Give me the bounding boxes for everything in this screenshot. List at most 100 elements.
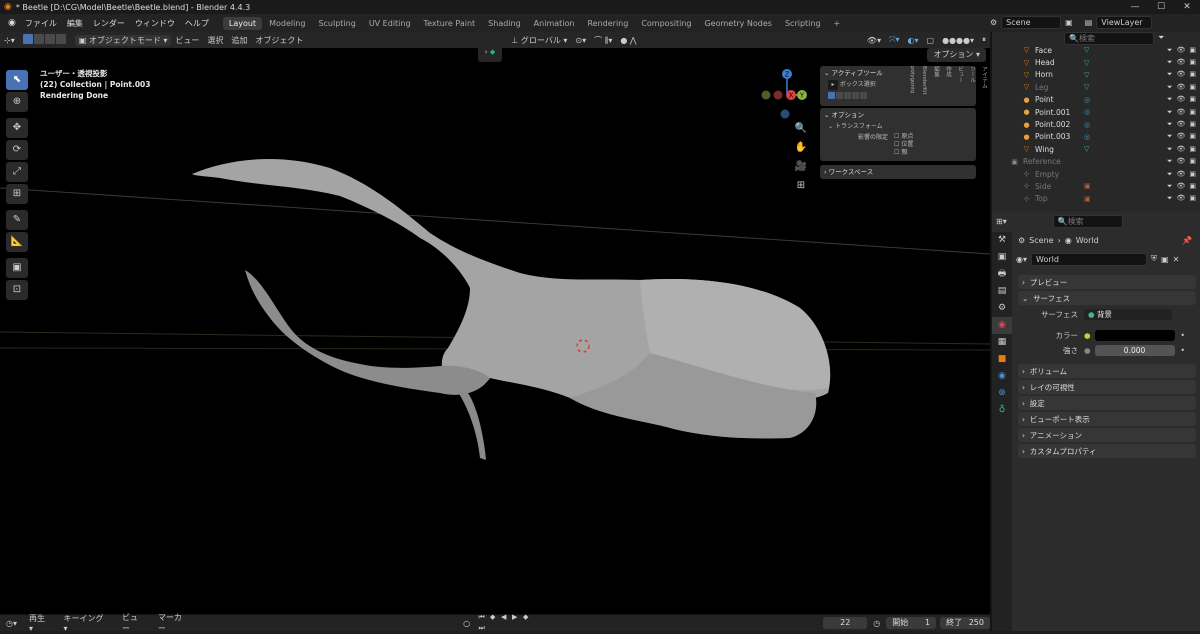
visibility-toggles[interactable]: ⏷ 👁 ▣ xyxy=(1167,194,1196,203)
minimize-button[interactable]: — xyxy=(1122,0,1148,14)
outliner-item[interactable]: ▽ Leg ▽ ⏷ 👁 ▣ xyxy=(992,81,1200,93)
outliner-item[interactable]: ● Point.002 ◎ ⏷ 👁 ▣ xyxy=(992,118,1200,130)
tab-tool[interactable]: ツール xyxy=(966,66,978,95)
surface-shader-field[interactable]: ● 背景 xyxy=(1084,309,1172,320)
outliner-search-input[interactable]: 🔍 検索 xyxy=(1064,31,1154,45)
pan-hand-icon[interactable]: ✋ xyxy=(794,141,808,155)
world-name-field[interactable]: World xyxy=(1031,252,1147,266)
visibility-toggles[interactable]: ⏷ 👁 ▣ xyxy=(1167,145,1196,154)
visibility-toggles[interactable]: ⏷ 👁 ▣ xyxy=(1167,157,1196,166)
outliner-item[interactable]: ▽ Horn ▽ ⏷ 👁 ▣ xyxy=(992,69,1200,81)
fake-user-icon[interactable]: ⛨ xyxy=(1151,254,1157,264)
current-frame-field[interactable]: 22 xyxy=(823,617,868,629)
view-layer-field[interactable]: ViewLayer xyxy=(1096,16,1153,29)
eye-icon[interactable]: 👁 xyxy=(1176,108,1185,117)
3d-viewport[interactable]: ユーザー・透視投影 (22) Collection | Point.003 Re… xyxy=(0,48,990,614)
camera-view-icon[interactable]: 🎥 xyxy=(794,160,808,174)
menu-help[interactable]: ヘルプ xyxy=(180,18,214,29)
outliner-item[interactable]: ▽ Face ▽ ⏷ 👁 ▣ xyxy=(992,44,1200,56)
section-viewport-display[interactable]: › ビューポート表示 xyxy=(1018,412,1196,426)
filter-toggle-icon[interactable]: ⏷ xyxy=(1167,70,1173,79)
tab-scripting[interactable]: Scripting xyxy=(779,17,827,30)
breadcrumb-world[interactable]: World xyxy=(1076,236,1099,245)
menu-select[interactable]: 選択 xyxy=(203,35,227,46)
world-browse-icon[interactable]: ◉▾ xyxy=(1016,255,1027,264)
transform-tool-icon[interactable]: ⊞ xyxy=(6,184,28,204)
grid-ortho-icon[interactable]: ⊞ xyxy=(794,179,808,193)
visibility-toggles[interactable]: ⏷ 👁 ▣ xyxy=(1167,170,1196,179)
data-icon[interactable]: ▽ xyxy=(1084,59,1089,67)
physics-tab-icon[interactable]: ◉ xyxy=(992,368,1012,385)
section-volume[interactable]: › ボリューム xyxy=(1018,364,1196,378)
data-icon[interactable]: ▽ xyxy=(1084,83,1089,91)
render-toggle-icon[interactable]: ▣ xyxy=(1189,170,1196,179)
beetle-mesh[interactable] xyxy=(192,159,831,460)
location-checkbox[interactable]: ☐ 位置 xyxy=(894,141,913,149)
eye-icon[interactable]: 👁 xyxy=(1176,58,1185,67)
section-surface[interactable]: ⌄ サーフェス xyxy=(1018,291,1196,305)
data-icon[interactable]: ◎ xyxy=(1084,133,1090,141)
overlay-toggle-icon[interactable]: ◐▾ xyxy=(904,36,923,45)
eye-icon[interactable]: 👁 xyxy=(1176,194,1185,203)
render-toggle-icon[interactable]: ▣ xyxy=(1189,182,1196,191)
filter-toggle-icon[interactable]: ⏷ xyxy=(1167,157,1173,166)
tab-uv-editing[interactable]: UV Editing xyxy=(363,17,417,30)
data-icon[interactable]: ◎ xyxy=(1084,96,1090,104)
outliner-item[interactable]: ⊹ Side ▣ ⏷ 👁 ▣ xyxy=(992,180,1200,192)
menu-object[interactable]: オブジェクト xyxy=(251,35,307,46)
eye-icon[interactable]: 👁 xyxy=(1176,95,1185,104)
view-layer-tab-icon[interactable]: ▤ xyxy=(992,283,1012,300)
cursor-tool-icon[interactable]: ⊕ xyxy=(6,92,28,112)
pause-icon[interactable]: ⏸ xyxy=(978,35,990,45)
tab-view[interactable]: ビュー xyxy=(954,66,966,95)
filter-toggle-icon[interactable]: ⏷ xyxy=(1167,194,1173,203)
filter-toggle-icon[interactable]: ⏷ xyxy=(1167,132,1173,141)
xray-icon[interactable]: ▢ xyxy=(923,36,939,45)
section-animation[interactable]: › アニメーション xyxy=(1018,428,1196,442)
output-tab-icon[interactable]: 🖶 xyxy=(992,266,1012,283)
playback-menu[interactable]: 再生 ▾ xyxy=(23,613,58,633)
origin-checkbox[interactable]: ☐ 原点 xyxy=(894,133,913,141)
pivot-icon[interactable]: ⊙▾ xyxy=(571,36,590,45)
eye-icon[interactable]: 👁 xyxy=(1176,157,1185,166)
asset-shelf-toggle[interactable]: › ◆ xyxy=(478,48,502,62)
section-settings[interactable]: › 設定 xyxy=(1018,396,1196,410)
select-box-tool-icon[interactable]: ⬉ xyxy=(6,70,28,90)
render-toggle-icon[interactable]: ▣ xyxy=(1189,145,1196,154)
editor-type-icon[interactable]: ⊹▾ xyxy=(0,36,19,45)
outliner-item[interactable]: ⊹ Empty ⏷ 👁 ▣ xyxy=(992,168,1200,180)
tab-animation[interactable]: Animation xyxy=(528,17,581,30)
world-tab-icon[interactable]: ◉ xyxy=(992,317,1012,334)
transform-orientation-dropdown[interactable]: ⊥ グローバル ▾ xyxy=(507,35,571,46)
zoom-icon[interactable]: 🔍 xyxy=(794,122,808,136)
jump-start-icon[interactable]: ⏮ xyxy=(476,612,487,623)
play-reverse-icon[interactable]: ◀ xyxy=(498,612,509,623)
tab-shading[interactable]: Shading xyxy=(482,17,527,30)
options-dropdown[interactable]: オプション ▾ xyxy=(927,48,986,62)
tab-layout[interactable]: Layout xyxy=(222,16,263,30)
rotate-tool-icon[interactable]: ⟳ xyxy=(6,140,28,160)
proportional-edit-icon[interactable]: ● ⋀ xyxy=(616,36,640,45)
visibility-toggles[interactable]: ⏷ 👁 ▣ xyxy=(1167,182,1196,191)
color-swatch[interactable] xyxy=(1094,330,1175,341)
measure-tool-icon[interactable]: 📐 xyxy=(6,232,28,252)
tool-tab-icon[interactable]: ⚒ xyxy=(992,232,1012,249)
render-toggle-icon[interactable]: ▣ xyxy=(1189,46,1196,55)
neg-y-axis-icon[interactable] xyxy=(773,90,783,100)
visibility-toggles[interactable]: ⏷ 👁 ▣ xyxy=(1167,95,1196,104)
data-icon[interactable]: ◎ xyxy=(1084,121,1090,129)
tab-rendering[interactable]: Rendering xyxy=(581,17,634,30)
data-tab-icon[interactable]: ♁ xyxy=(992,402,1012,419)
render-toggle-icon[interactable]: ▣ xyxy=(1189,120,1196,129)
tab-texture-paint[interactable]: Texture Paint xyxy=(418,17,482,30)
tab-geometry-nodes[interactable]: Geometry Nodes xyxy=(698,17,777,30)
strength-decorator-icon[interactable]: • xyxy=(1175,346,1185,355)
outliner-item[interactable]: ● Point.001 ◎ ⏷ 👁 ▣ xyxy=(992,106,1200,118)
visibility-toggles[interactable]: ⏷ 👁 ▣ xyxy=(1167,108,1196,117)
eye-icon[interactable]: 👁 xyxy=(1176,70,1185,79)
visibility-toggles[interactable]: ⏷ 👁 ▣ xyxy=(1167,46,1196,55)
collection-tab-icon[interactable]: ▦ xyxy=(992,334,1012,351)
section-ray-visibility[interactable]: › レイの可視性 xyxy=(1018,380,1196,394)
eye-icon[interactable]: 👁 xyxy=(1176,83,1185,92)
tab-create[interactable]: 作成 xyxy=(942,66,954,95)
